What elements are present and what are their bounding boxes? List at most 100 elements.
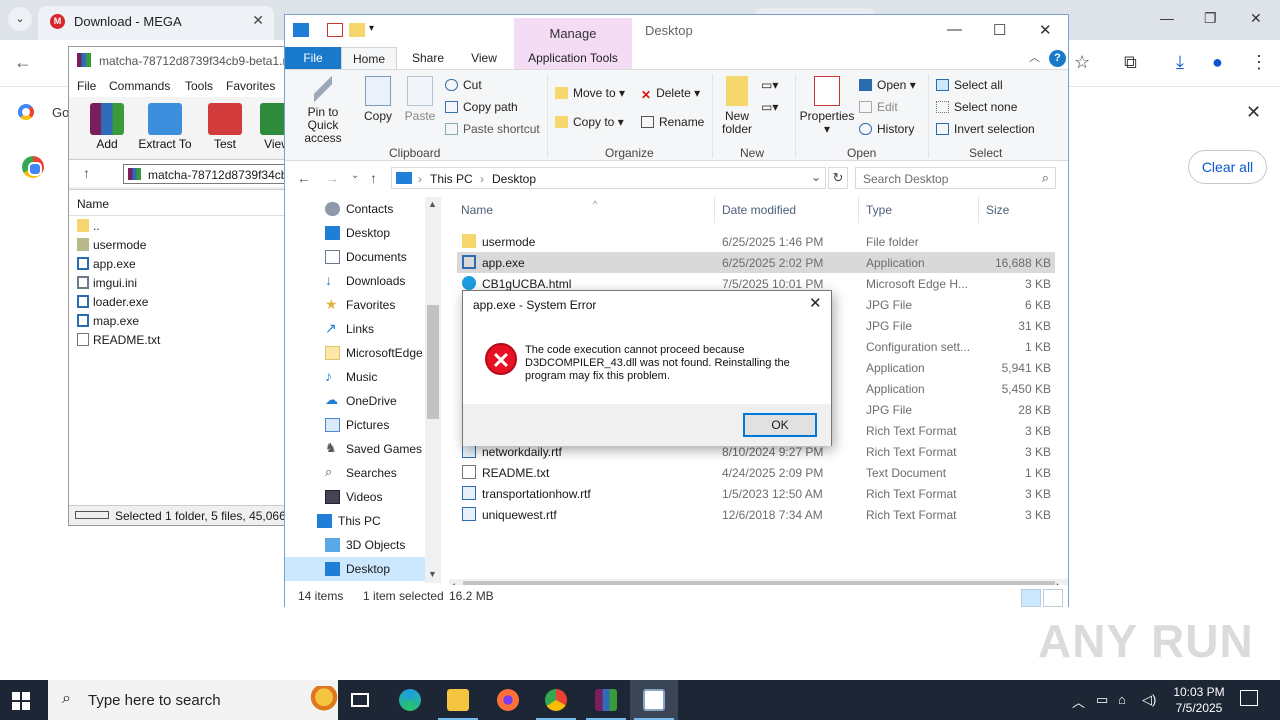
copy-path-button[interactable]: Copy path (445, 100, 518, 114)
sidebar-item-documents[interactable]: Documents (285, 245, 425, 269)
copy-button[interactable]: Copy (361, 76, 395, 123)
tab-view[interactable]: View (463, 47, 505, 69)
dialog-close-icon[interactable]: ✕ (809, 294, 822, 312)
tab-file[interactable]: File (285, 47, 341, 69)
downloads-icon[interactable]: ⤓ (1176, 52, 1184, 73)
move-to-button[interactable]: Move to ▾ (555, 86, 625, 100)
paste-button[interactable]: Paste (403, 76, 437, 123)
back-arrow-icon[interactable]: ← (297, 170, 311, 186)
rename-button[interactable]: Rename (641, 115, 704, 129)
forward-arrow-icon[interactable]: → (325, 170, 339, 186)
column-header-size[interactable]: Size (986, 203, 1009, 225)
sidebar-item-onedrive[interactable]: ☁ OneDrive (285, 389, 425, 413)
winrar-menu-file[interactable]: File (77, 79, 96, 93)
list-item[interactable]: map.exe (69, 311, 289, 330)
list-item[interactable]: loader.exe (69, 292, 289, 311)
battery-icon[interactable]: ▭ (1096, 692, 1108, 708)
tab-share[interactable]: Share (407, 47, 449, 69)
taskbar-file-explorer[interactable] (434, 680, 482, 720)
profile-icon[interactable]: ● (1212, 52, 1223, 73)
chrome-back-icon[interactable]: ← (14, 52, 32, 73)
taskbar-edge[interactable] (386, 680, 434, 720)
chrome-restore-icon[interactable]: ❐ (1204, 10, 1217, 27)
taskbar-winrar[interactable] (582, 680, 630, 720)
sidebar-item-desktop-selected[interactable]: Desktop (285, 557, 425, 581)
breadcrumb-this-pc[interactable]: This PC (430, 172, 473, 186)
column-header-date[interactable]: Date modified (722, 203, 796, 225)
sidebar-item-3d-objects[interactable]: 3D Objects (285, 533, 425, 557)
chrome-close-icon[interactable]: ✕ (1250, 10, 1262, 27)
cut-button[interactable]: Cut (445, 78, 482, 92)
file-row[interactable]: README.txt 4/24/2025 2:09 PM Text Document… (457, 462, 1055, 483)
list-item[interactable]: app.exe (69, 254, 289, 273)
winrar-test-button[interactable]: Test (197, 103, 253, 151)
breadcrumb[interactable]: › This PC › Desktop ⌄ (391, 167, 826, 189)
column-divider[interactable] (714, 197, 715, 223)
invert-selection-button[interactable]: Invert selection (936, 122, 1035, 136)
winrar-add-button[interactable]: Add (79, 103, 135, 151)
sidebar-item-contacts[interactable]: Contacts (285, 197, 425, 221)
large-icons-view-icon[interactable] (1043, 589, 1063, 607)
winrar-menu-commands[interactable]: Commands (109, 79, 170, 93)
help-icon[interactable]: ? (1049, 50, 1066, 67)
chrome-minimize-icon[interactable]: — (1160, 10, 1174, 26)
winrar-menu-tools[interactable]: Tools (185, 79, 213, 93)
tray-overflow-icon[interactable]: ︿ (1072, 692, 1085, 711)
properties-button[interactable]: Properties ▾ (799, 76, 855, 136)
file-row[interactable]: uniquewest.rtf 12/6/2018 7:34 AM Rich Text… (457, 504, 1055, 525)
list-item[interactable]: usermode (69, 235, 289, 254)
copy-to-button[interactable]: Copy to ▾ (555, 115, 624, 129)
collapse-ribbon-icon[interactable]: ︿ (1029, 49, 1040, 65)
winrar-extract-button[interactable]: Extract To (137, 103, 193, 151)
scroll-up-icon[interactable]: ▲ (428, 199, 437, 209)
properties-qat-icon[interactable] (327, 23, 343, 37)
taskbar-firefox[interactable] (484, 680, 532, 720)
notifications-icon[interactable] (1240, 690, 1258, 706)
column-header-name[interactable]: Name ^ (461, 199, 597, 225)
sidebar-item-favorites[interactable]: ★ Favorites (285, 293, 425, 317)
chrome-tab-close-icon[interactable]: ✕ (252, 12, 264, 29)
clear-all-button[interactable]: Clear all (1188, 150, 1267, 184)
taskbar-chrome[interactable] (532, 680, 580, 720)
qat-dropdown-icon[interactable]: ▾ (369, 23, 385, 37)
sidebar-item-this-pc[interactable]: This PC (285, 509, 425, 533)
winrar-column-header[interactable]: Name (69, 190, 289, 216)
scroll-down-icon[interactable]: ▼ (428, 569, 437, 579)
close-banner-icon[interactable]: ✕ (1246, 102, 1261, 123)
manage-context-tab[interactable]: Manage (514, 18, 632, 48)
sidebar-item-desktop[interactable]: Desktop (285, 221, 425, 245)
extensions-icon[interactable]: ⧉ (1124, 52, 1137, 73)
column-divider[interactable] (858, 197, 859, 223)
explorer-minimize-icon[interactable]: — (947, 21, 962, 38)
list-item[interactable]: .. (69, 216, 289, 235)
scrollbar-thumb[interactable] (427, 305, 439, 419)
sidebar-item-music[interactable]: ♪ Music (285, 365, 425, 389)
explorer-close-icon[interactable]: ✕ (1039, 21, 1052, 39)
sidebar-item-videos[interactable]: Videos (285, 485, 425, 509)
chrome-menu-icon[interactable]: ⋮ (1250, 52, 1268, 73)
taskbar-error-window[interactable] (630, 680, 678, 720)
column-divider[interactable] (978, 197, 979, 223)
bookmark-text[interactable]: Go (52, 105, 69, 120)
breadcrumb-desktop[interactable]: Desktop (492, 172, 536, 186)
select-none-button[interactable]: Select none (936, 100, 1017, 114)
sidebar-item-saved-games[interactable]: ♞ Saved Games (285, 437, 425, 461)
list-item[interactable]: README.txt (69, 330, 289, 349)
sidebar-item-pictures[interactable]: Pictures (285, 413, 425, 437)
recent-locations-icon[interactable]: ⌄ (351, 170, 359, 181)
sidebar-item-downloads[interactable]: ↓ Downloads (285, 269, 425, 293)
volume-icon[interactable]: ◁) (1142, 692, 1156, 708)
winrar-up-icon[interactable]: ↑ (83, 165, 90, 181)
edit-button[interactable]: Edit (859, 100, 898, 114)
tab-home[interactable]: Home (341, 47, 397, 69)
column-header-type[interactable]: Type (866, 203, 892, 225)
refresh-button[interactable]: ↻ (828, 167, 848, 189)
pin-quick-access-button[interactable]: Pin to Quick access (291, 76, 355, 145)
file-row[interactable]: transportationhow.rtf 1/5/2023 12:50 AM Ri… (457, 483, 1055, 504)
details-view-icon[interactable] (1021, 589, 1041, 607)
easy-access-icon[interactable]: ▭▾ (761, 100, 778, 114)
explorer-maximize-icon[interactable]: ☐ (993, 21, 1006, 39)
new-folder-button[interactable]: New folder (717, 76, 757, 136)
taskbar-search-box[interactable]: ⌕ Type here to search (48, 680, 338, 720)
task-view-button[interactable] (336, 680, 384, 720)
